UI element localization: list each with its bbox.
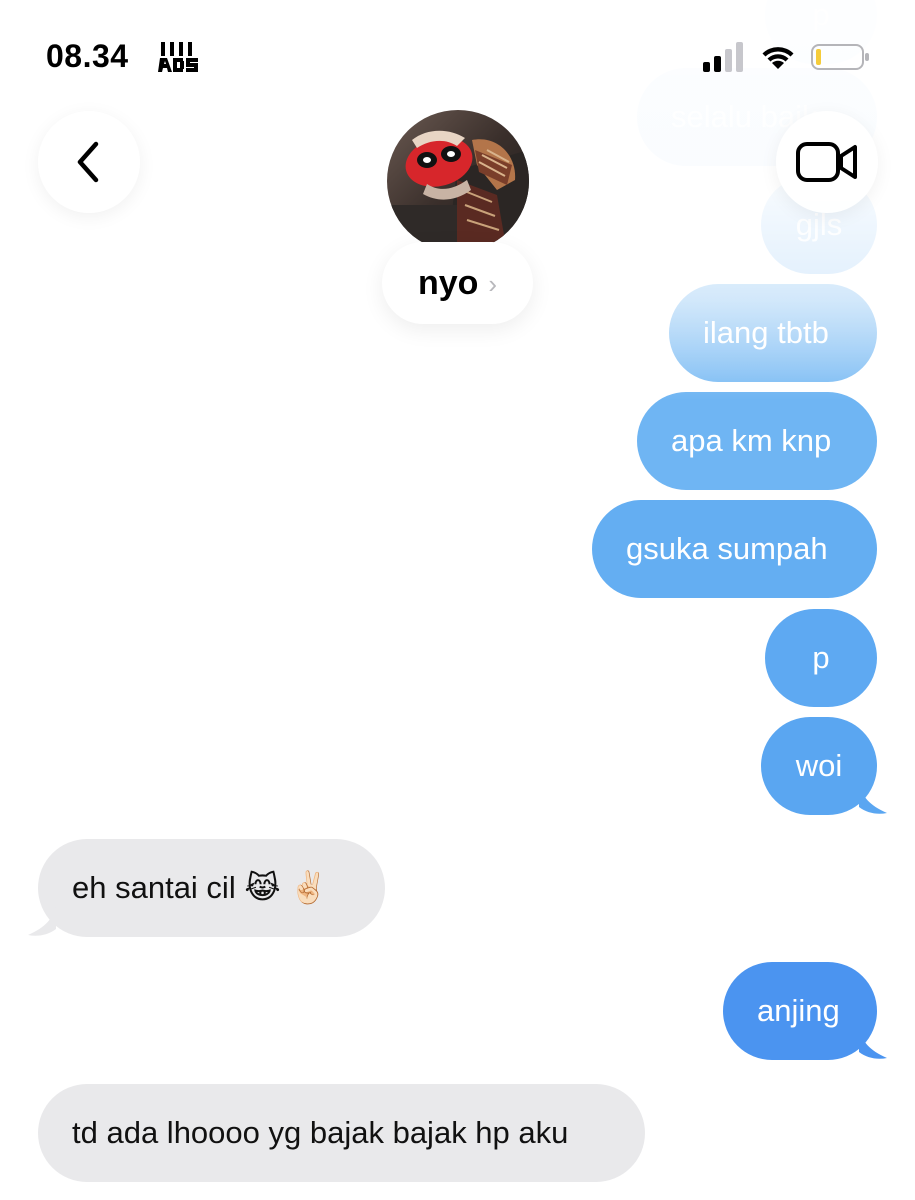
message-text: p bbox=[812, 0, 830, 32]
avatar-photo bbox=[387, 110, 529, 252]
contact-avatar[interactable] bbox=[387, 110, 529, 252]
chevron-right-icon: › bbox=[488, 268, 498, 299]
message-text: woi bbox=[795, 748, 843, 783]
status-time: 08.34 bbox=[46, 38, 129, 74]
video-camera-icon bbox=[796, 142, 857, 182]
message-text: p bbox=[812, 640, 830, 675]
message-bubble-incoming[interactable]: td ada lhoooo yg bajak bajak hp aku bbox=[38, 1084, 645, 1182]
bubble-tail bbox=[28, 907, 56, 936]
message-text: gsuka sumpah bbox=[626, 531, 828, 566]
message-text: apa km knp bbox=[671, 423, 832, 458]
message-text: ilang tbtb bbox=[703, 315, 829, 350]
bubble-tail bbox=[859, 785, 887, 814]
bubble-tail bbox=[859, 1030, 887, 1059]
message-bubble-incoming[interactable]: eh santai cil 😹 ✌🏻 bbox=[28, 839, 385, 937]
message-bubble-outgoing[interactable]: apa km knp bbox=[637, 392, 877, 490]
cellular-signal-icon bbox=[703, 42, 743, 72]
chevron-left-icon bbox=[77, 141, 99, 183]
video-call-button[interactable] bbox=[776, 111, 878, 213]
message-bubble-outgoing[interactable]: gsuka sumpah bbox=[592, 500, 877, 598]
message-text: eh santai cil 😹 ✌🏻 bbox=[72, 870, 328, 905]
custom-status-glyph-icon bbox=[158, 42, 198, 72]
message-bubble-outgoing[interactable]: anjing bbox=[723, 962, 887, 1060]
contact-name-button[interactable]: nyo › bbox=[382, 242, 533, 324]
chat-screen: p selalu baik gjls ilang tbtb apa km knp… bbox=[0, 0, 915, 1200]
battery-icon bbox=[811, 44, 869, 70]
message-text: td ada lhoooo yg bajak bajak hp aku bbox=[72, 1115, 569, 1150]
message-text: anjing bbox=[757, 993, 840, 1028]
contact-name: nyo bbox=[417, 263, 479, 302]
status-icons bbox=[703, 42, 871, 72]
message-bubble-outgoing[interactable]: ilang tbtb bbox=[669, 284, 877, 382]
back-button[interactable] bbox=[38, 111, 140, 213]
message-bubble-outgoing[interactable]: p bbox=[765, 609, 877, 707]
message-bubble-outgoing[interactable]: woi bbox=[761, 717, 887, 815]
wifi-icon bbox=[762, 47, 794, 69]
